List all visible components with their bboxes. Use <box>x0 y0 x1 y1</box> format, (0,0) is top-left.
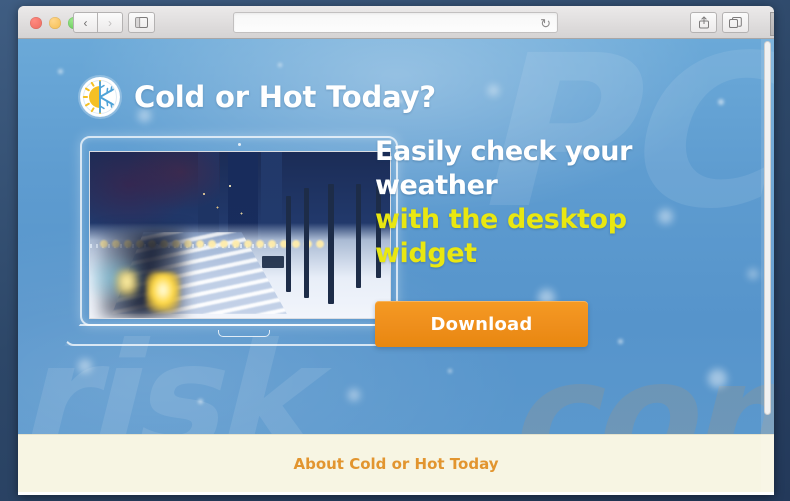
scrollbar-thumb[interactable] <box>764 41 771 415</box>
snowflake <box>348 389 360 401</box>
forward-button[interactable]: › <box>98 12 123 33</box>
snowflake <box>198 399 203 404</box>
webpage-body: PC risk .com Cold or Hot Today? Easily c… <box>18 39 774 495</box>
snowflake <box>448 369 452 373</box>
new-tab-button[interactable]: + <box>770 12 774 36</box>
product-screenshot <box>89 151 391 319</box>
about-link[interactable]: About Cold or Hot Today <box>293 455 498 473</box>
snowflake <box>58 69 63 74</box>
minimize-window-button[interactable] <box>49 17 61 29</box>
scene-tree <box>328 184 334 304</box>
snowflake <box>488 85 499 96</box>
sidebar-toggle-button[interactable] <box>128 12 155 33</box>
address-bar[interactable]: ↻ <box>233 12 558 33</box>
headline-line-1: Easily check your weather <box>375 136 633 201</box>
sidebar-icon <box>135 17 148 28</box>
browser-toolbar: ‹ › ↻ <box>18 6 774 39</box>
show-tabs-button[interactable] <box>722 12 749 33</box>
close-window-button[interactable] <box>30 17 42 29</box>
page-viewport: PC risk .com Cold or Hot Today? Easily c… <box>18 39 774 495</box>
page-footer: About Cold or Hot Today <box>18 434 774 492</box>
snowflake <box>708 369 727 388</box>
laptop-mockup <box>64 136 424 351</box>
scene-tree <box>356 184 361 288</box>
page-title: Cold or Hot Today? <box>134 80 436 114</box>
tabs-overview-icon <box>729 16 742 28</box>
snowflake <box>718 99 724 105</box>
reload-icon[interactable]: ↻ <box>540 16 551 31</box>
browser-window: ‹ › ↻ PC risk .com Cold or Hot Today? Ea… <box>18 6 774 495</box>
download-button[interactable]: Download <box>375 301 588 347</box>
laptop-lid <box>80 136 398 326</box>
snowflake <box>748 269 758 279</box>
share-icon <box>698 16 709 29</box>
site-brand: Cold or Hot Today? <box>80 77 436 117</box>
scene-lamp-glow <box>146 272 180 312</box>
footer-bottom-edge <box>18 492 774 495</box>
vertical-scrollbar[interactable] <box>761 39 774 495</box>
hero-copy: Easily check your weather with the deskt… <box>375 135 735 347</box>
laptop-trackpad-notch <box>218 330 270 337</box>
sun-snowflake-logo <box>80 77 120 117</box>
scene-tree <box>304 188 309 298</box>
sun-snowflake-icon <box>81 78 119 116</box>
headline-line-2: with the desktop widget <box>375 204 627 269</box>
navigation-buttons: ‹ › <box>73 12 123 33</box>
scene-lamp-glow-small <box>116 270 138 296</box>
scene-bench <box>262 256 284 268</box>
scene-tree <box>286 196 291 292</box>
laptop-camera-icon <box>237 143 241 146</box>
snowflake <box>278 63 282 67</box>
back-button[interactable]: ‹ <box>73 12 98 33</box>
desktop-background: ‹ › ↻ PC risk .com Cold or Hot Today? Ea… <box>0 0 790 501</box>
snowflake <box>78 359 92 373</box>
share-button[interactable] <box>690 12 717 33</box>
address-input[interactable] <box>234 13 557 33</box>
